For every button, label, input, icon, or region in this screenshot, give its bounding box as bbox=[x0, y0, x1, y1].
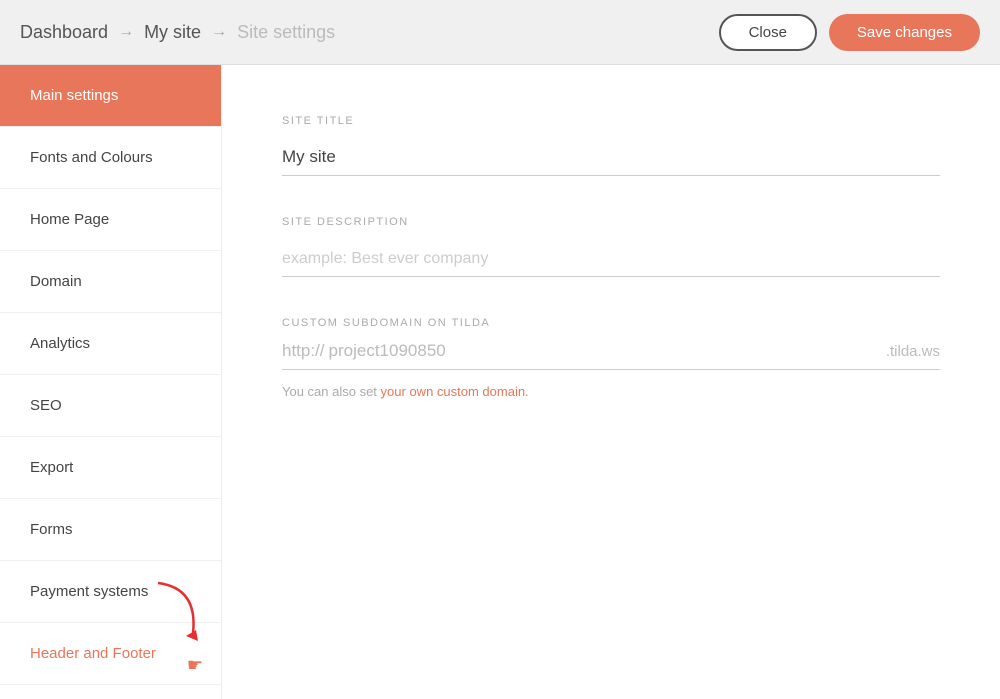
subdomain-label: CUSTOM SUBDOMAIN ON TILDA bbox=[282, 317, 940, 329]
topbar: Dashboard → My site → Site settings Clos… bbox=[0, 0, 1000, 65]
main-layout: Main settings Fonts and Colours Home Pag… bbox=[0, 65, 1000, 699]
site-description-label: SITE DESCRIPTION bbox=[282, 216, 940, 228]
save-button[interactable]: Save changes bbox=[829, 14, 980, 51]
site-description-input[interactable] bbox=[282, 240, 940, 277]
sidebar-item-main-settings[interactable]: Main settings bbox=[0, 65, 221, 127]
breadcrumb-dashboard: Dashboard bbox=[20, 22, 108, 43]
breadcrumb-mysite: My site bbox=[144, 22, 201, 43]
subdomain-prefix: http:// bbox=[282, 341, 325, 361]
sidebar-item-export[interactable]: Export bbox=[0, 437, 221, 499]
site-description-group: SITE DESCRIPTION bbox=[282, 216, 940, 277]
red-arrow-icon bbox=[148, 578, 203, 643]
sidebar-item-forms[interactable]: Forms bbox=[0, 499, 221, 561]
subdomain-suffix: .tilda.ws bbox=[886, 343, 940, 360]
sidebar-item-domain[interactable]: Domain bbox=[0, 251, 221, 313]
breadcrumb: Dashboard → My site → Site settings bbox=[20, 22, 335, 43]
custom-domain-note: You can also set your own custom domain. bbox=[282, 384, 940, 399]
breadcrumb-arrow-1: → bbox=[118, 23, 134, 41]
breadcrumb-arrow-2: → bbox=[211, 23, 227, 41]
breadcrumb-sitesettings: Site settings bbox=[237, 22, 335, 43]
sidebar-item-header-footer[interactable]: Header and Footer ☛ bbox=[0, 623, 221, 685]
sidebar-item-seo[interactable]: SEO bbox=[0, 375, 221, 437]
custom-domain-link[interactable]: your own custom domain. bbox=[381, 384, 529, 399]
content-area: SITE TITLE SITE DESCRIPTION CUSTOM SUBDO… bbox=[222, 65, 1000, 699]
subdomain-group: CUSTOM SUBDOMAIN ON TILDA http:// .tilda… bbox=[282, 317, 940, 399]
cursor-icon: ☛ bbox=[187, 655, 203, 676]
topbar-actions: Close Save changes bbox=[719, 14, 980, 51]
subdomain-input[interactable] bbox=[329, 341, 886, 361]
sidebar: Main settings Fonts and Colours Home Pag… bbox=[0, 65, 222, 699]
subdomain-row: http:// .tilda.ws bbox=[282, 341, 940, 370]
site-title-group: SITE TITLE bbox=[282, 115, 940, 176]
sidebar-item-home-page[interactable]: Home Page bbox=[0, 189, 221, 251]
site-title-label: SITE TITLE bbox=[282, 115, 940, 127]
close-button[interactable]: Close bbox=[719, 14, 817, 51]
sidebar-item-analytics[interactable]: Analytics bbox=[0, 313, 221, 375]
sidebar-item-fonts-colours[interactable]: Fonts and Colours bbox=[0, 127, 221, 189]
site-title-input[interactable] bbox=[282, 139, 940, 176]
